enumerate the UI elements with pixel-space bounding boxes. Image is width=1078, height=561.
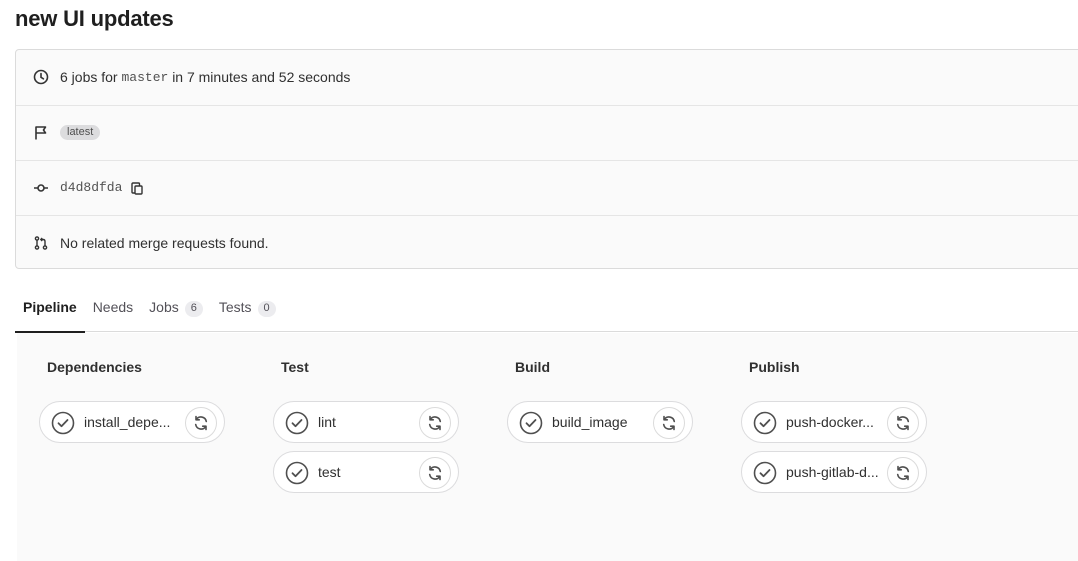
- tab-needs[interactable]: Needs: [85, 290, 141, 332]
- stage-title: Publish: [749, 359, 800, 375]
- tab-label: Jobs: [149, 299, 179, 315]
- stage-title: Dependencies: [47, 359, 142, 375]
- status-success-icon[interactable]: [285, 461, 309, 485]
- job-pill[interactable]: lint: [273, 401, 459, 443]
- job-name[interactable]: test: [318, 464, 341, 480]
- status-success-icon[interactable]: [519, 411, 543, 435]
- jobs-count-text: 6 jobs for: [60, 69, 118, 85]
- job-name[interactable]: install_depe...: [84, 414, 170, 430]
- badges-row: latest: [16, 105, 1078, 159]
- stage-title: Build: [515, 359, 550, 375]
- job-name[interactable]: lint: [318, 414, 336, 430]
- tab-tests[interactable]: Tests 0: [211, 290, 284, 332]
- pipeline-summary: 6 jobs for master in 7 minutes and 52 se…: [15, 49, 1078, 269]
- commit-sha-link[interactable]: d4d8dfda: [60, 180, 122, 195]
- retry-icon[interactable]: [419, 457, 451, 489]
- job-pill[interactable]: install_depe...: [39, 401, 225, 443]
- job-pill[interactable]: push-docker...: [741, 401, 927, 443]
- tab-label: Pipeline: [23, 299, 77, 315]
- retry-icon[interactable]: [887, 457, 919, 489]
- pipeline-graph: Dependencies install_depe... Test lint t…: [17, 333, 1078, 561]
- commit-icon: [32, 179, 50, 197]
- copy-icon[interactable]: [130, 180, 144, 196]
- job-pill[interactable]: test: [273, 451, 459, 493]
- tab-label: Tests: [218, 299, 252, 315]
- retry-icon[interactable]: [887, 407, 919, 439]
- status-success-icon[interactable]: [51, 411, 75, 435]
- merge-request-icon: [32, 234, 50, 252]
- status-success-icon[interactable]: [753, 411, 777, 435]
- merge-requests-row: No related merge requests found.: [16, 215, 1078, 269]
- jobs-summary-row: 6 jobs for master in 7 minutes and 52 se…: [16, 50, 1078, 104]
- flag-icon: [32, 124, 50, 142]
- duration-text: in 7 minutes and 52 seconds: [172, 69, 351, 85]
- status-success-icon[interactable]: [285, 411, 309, 435]
- tab-label: Needs: [92, 299, 134, 315]
- tab-count-badge: 0: [257, 301, 276, 317]
- commit-row: d4d8dfda: [16, 160, 1078, 214]
- merge-requests-text: No related merge requests found.: [60, 234, 269, 251]
- branch-link[interactable]: master: [121, 70, 168, 85]
- job-name[interactable]: push-docker...: [786, 414, 874, 430]
- retry-icon[interactable]: [419, 407, 451, 439]
- job-pill[interactable]: push-gitlab-d...: [741, 451, 927, 493]
- job-name[interactable]: push-gitlab-d...: [786, 464, 879, 480]
- status-success-icon[interactable]: [753, 461, 777, 485]
- stage-title: Test: [281, 359, 309, 375]
- tab-count-badge: 6: [184, 301, 203, 317]
- page-title: new UI updates: [15, 6, 174, 31]
- retry-icon[interactable]: [185, 407, 217, 439]
- retry-icon[interactable]: [653, 407, 685, 439]
- job-pill[interactable]: build_image: [507, 401, 693, 443]
- clock-icon: [32, 68, 50, 86]
- tab-jobs[interactable]: Jobs 6: [141, 290, 211, 332]
- pipeline-tabs: Pipeline Needs Jobs 6 Tests 0: [15, 290, 1078, 333]
- latest-badge: latest: [60, 125, 101, 140]
- job-name[interactable]: build_image: [552, 414, 628, 430]
- tab-pipeline[interactable]: Pipeline: [15, 290, 85, 333]
